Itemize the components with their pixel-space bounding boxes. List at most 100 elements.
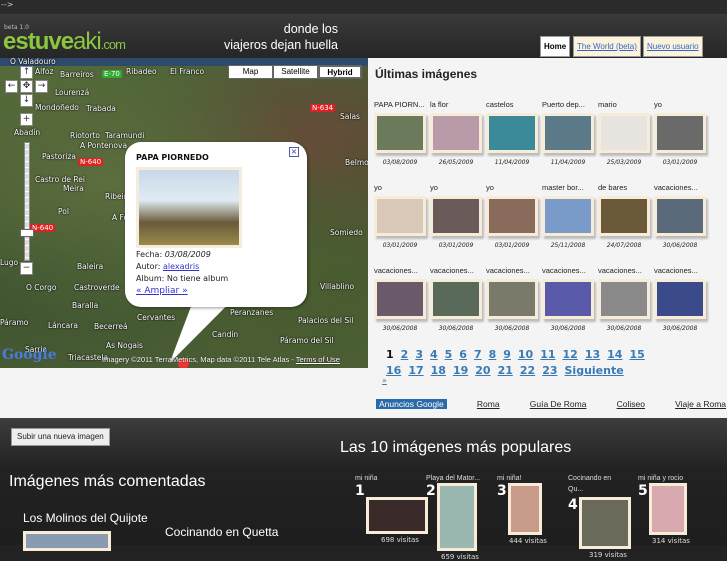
image-title[interactable]: vacaciones... [374,265,426,277]
image-thumbnail[interactable] [598,113,650,153]
image-card[interactable]: vacaciones... 30/06/2008 [374,250,430,333]
zoom-slider-thumb[interactable] [20,229,34,237]
image-thumbnail[interactable] [374,196,426,236]
image-thumbnail[interactable] [654,279,706,319]
pan-up-icon[interactable]: ↑ [20,66,33,79]
close-icon[interactable]: × [289,147,299,157]
ampliar-link[interactable]: « Ampliar » [136,286,188,296]
image-thumbnail[interactable] [542,279,594,319]
terms-link[interactable]: Terms of Use [296,355,340,364]
nav-home[interactable]: Home [540,36,571,57]
image-title[interactable]: vacaciones... [542,265,594,277]
popular-item-title[interactable]: Cocinando en Qu... [568,473,624,493]
map-type-map[interactable]: Map [228,65,273,79]
image-card[interactable]: yo 03/01/2009 [430,167,486,250]
image-card[interactable]: PAPA PIORN... 03/08/2009 [374,84,430,167]
page-link[interactable]: 17 [408,363,423,379]
page-link[interactable]: 7 [474,347,482,363]
nav-the-world[interactable]: The World (beta) [573,36,641,57]
image-thumbnail[interactable] [598,196,650,236]
next-page-link[interactable]: Siguiente [565,363,624,379]
image-title[interactable]: yo [486,182,538,194]
image-thumbnail[interactable] [654,196,706,236]
zoom-slider[interactable] [24,142,30,261]
page-link[interactable]: 4 [430,347,438,363]
image-card[interactable]: mario 25/03/2009 [598,84,654,167]
image-thumbnail[interactable] [542,113,594,153]
page-link[interactable]: 11 [540,347,555,363]
page-link[interactable]: 10 [518,347,533,363]
page-link[interactable]: 6 [459,347,467,363]
image-card[interactable]: de bares 24/07/2008 [598,167,654,250]
image-thumbnail[interactable] [430,113,482,153]
image-card[interactable]: vacaciones... 30/06/2008 [598,250,654,333]
page-link[interactable]: 18 [431,363,446,379]
image-title[interactable]: yo [374,182,426,194]
image-thumbnail[interactable] [542,196,594,236]
image-card[interactable]: vacaciones... 30/06/2008 [542,250,598,333]
popular-item[interactable]: Cocinando en Qu... 4 319 visitas [568,473,638,559]
image-card[interactable]: yo 03/01/2009 [654,84,710,167]
image-title[interactable]: la flor [430,99,482,111]
page-link[interactable]: 23 [542,363,557,379]
image-title[interactable]: de bares [598,182,650,194]
pan-center-icon[interactable]: ✥ [20,80,33,93]
page-link[interactable]: 20 [475,363,490,379]
image-title[interactable]: vacaciones... [486,265,538,277]
popular-thumbnail[interactable] [437,483,477,551]
image-card[interactable]: master bor... 25/11/2008 [542,167,598,250]
image-title[interactable]: mario [598,99,650,111]
page-link[interactable]: 15 [629,347,644,363]
popup-image[interactable] [136,167,242,248]
page-link[interactable]: 9 [503,347,511,363]
image-thumbnail[interactable] [486,196,538,236]
ad-link[interactable]: Viaje a Roma [675,399,726,409]
popular-thumbnail[interactable] [366,497,428,534]
image-card[interactable]: Puerto dep... 11/04/2009 [542,84,598,167]
ad-link[interactable]: Guía De Roma [530,399,587,409]
popular-thumbnail[interactable] [579,497,631,549]
image-card[interactable]: vacaciones... 30/06/2008 [430,250,486,333]
page-link[interactable]: 21 [498,363,513,379]
ads-header[interactable]: Anuncios Google [376,399,447,409]
page-link[interactable]: 2 [401,347,409,363]
image-card[interactable]: castelos 11/04/2009 [486,84,542,167]
image-title[interactable]: yo [430,182,482,194]
image-thumbnail[interactable] [430,196,482,236]
image-thumbnail[interactable] [598,279,650,319]
ampliar-link-text[interactable]: « Ampliar » [136,286,188,296]
popular-thumbnail[interactable] [649,483,687,535]
commented-item-title[interactable]: Cocinando en Quetta [165,525,278,539]
upload-image-button[interactable]: Subir una nueva imagen [11,428,110,446]
page-link[interactable]: 8 [489,347,497,363]
image-thumbnail[interactable] [430,279,482,319]
image-title[interactable]: PAPA PIORN... [374,99,426,111]
image-thumbnail[interactable] [654,113,706,153]
popular-item[interactable]: Playa del Mator... 2 659 visitas [426,473,496,561]
image-title[interactable]: vacaciones... [598,265,650,277]
page-link[interactable]: 3 [415,347,423,363]
popular-item[interactable]: mi niña 1 698 visitas [355,473,428,544]
image-title[interactable]: vacaciones... [654,182,706,194]
pan-down-icon[interactable]: ↓ [20,94,33,107]
map-type-satellite[interactable]: Satellite [273,65,318,79]
popular-item-title[interactable]: mi niña [355,473,425,485]
image-thumbnail[interactable] [374,279,426,319]
image-title[interactable]: yo [654,99,706,111]
autor-link[interactable]: alexadris [163,262,199,271]
image-title[interactable]: vacaciones... [654,265,706,277]
image-card[interactable]: yo 03/01/2009 [374,167,430,250]
page-link[interactable]: 22 [520,363,535,379]
image-card[interactable]: vacaciones... 30/06/2008 [654,250,710,333]
page-link[interactable]: 14 [607,347,622,363]
ad-link[interactable]: Roma [477,399,500,409]
site-logo[interactable]: estuveaki.com [3,28,126,56]
map-type-hybrid[interactable]: Hybrid [318,65,362,79]
page-link[interactable]: 16 [386,363,401,379]
popular-item[interactable]: mi niña! 3 444 visitas [497,473,567,545]
image-card[interactable]: vacaciones... 30/06/2008 [654,167,710,250]
image-title[interactable]: vacaciones... [430,265,482,277]
image-title[interactable]: Puerto dep... [542,99,594,111]
zoom-in-icon[interactable]: + [20,113,33,126]
commented-item-title[interactable]: Los Molinos del Quijote [23,511,148,525]
